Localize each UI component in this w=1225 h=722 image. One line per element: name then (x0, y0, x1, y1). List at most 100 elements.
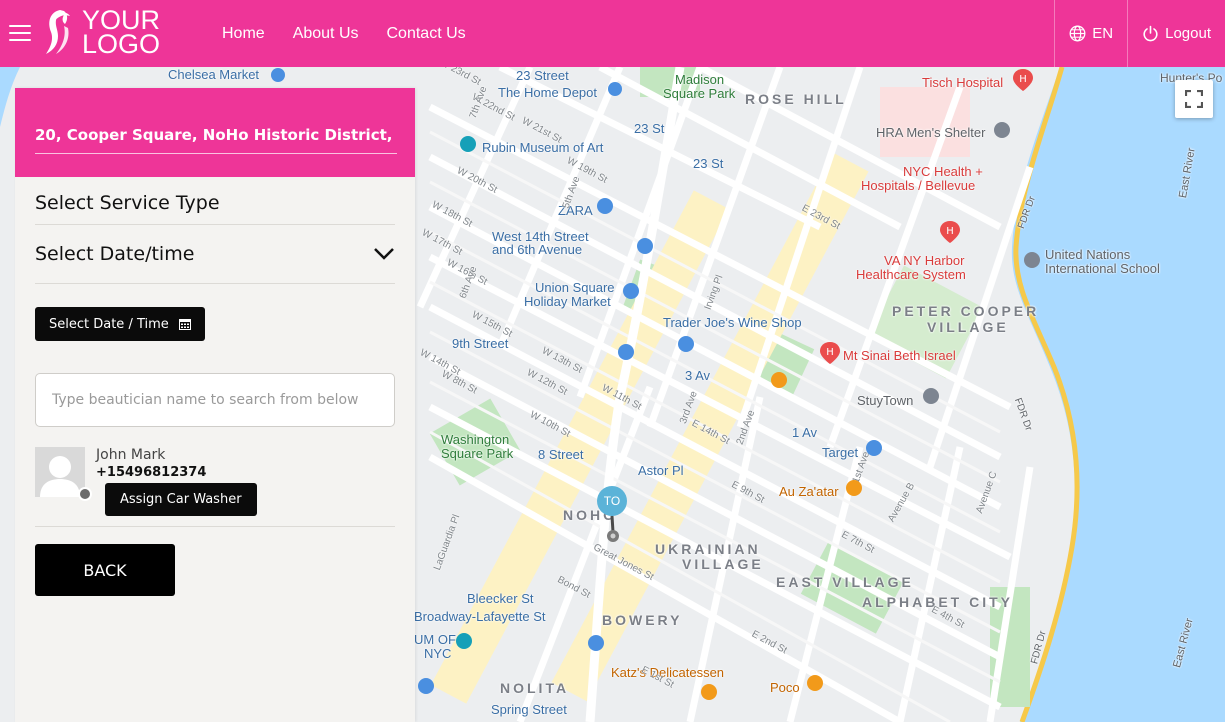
select-datetime-button[interactable]: Select Date / Time (35, 307, 205, 341)
restaurant-icon[interactable] (845, 479, 863, 497)
map-transit[interactable]: Bleecker St (467, 591, 533, 606)
school-icon[interactable] (1023, 251, 1041, 269)
logout-button[interactable]: Logout (1127, 0, 1225, 67)
map-place[interactable]: Madison (675, 72, 724, 87)
map-place[interactable]: Square Park (663, 86, 735, 101)
shopping-icon[interactable] (622, 282, 640, 300)
address-input[interactable] (35, 116, 397, 154)
map-place[interactable]: Washington (441, 432, 509, 447)
chevron-down-icon[interactable] (373, 247, 395, 261)
status-dot (78, 487, 92, 501)
shopping-icon[interactable] (596, 197, 614, 215)
map-place[interactable]: Union Square (535, 280, 615, 295)
svg-text:H: H (1019, 74, 1027, 85)
map-district: VILLAGE (682, 556, 764, 572)
logo[interactable]: YOUR LOGO (42, 6, 160, 58)
hospital-icon[interactable]: H (1013, 69, 1033, 91)
service-type-heading: Select Service Type (35, 191, 220, 214)
restaurant-icon[interactable] (806, 674, 824, 692)
map-place[interactable]: United Nations (1045, 247, 1130, 262)
map-pin-icon[interactable] (922, 387, 940, 405)
fullscreen-icon (1185, 90, 1203, 108)
destination-marker[interactable]: TO (597, 486, 629, 544)
shopping-icon[interactable] (617, 343, 635, 361)
museum-icon[interactable] (455, 632, 473, 650)
map-place[interactable]: NYC Health + (903, 164, 983, 179)
datetime-section[interactable]: Select Date/time (35, 225, 395, 284)
service-type-section[interactable]: Select Service Type (35, 177, 395, 225)
map-pin-icon[interactable] (270, 67, 286, 83)
map-place[interactable]: Mt Sinai Beth Israel (843, 348, 956, 363)
map-transit[interactable]: Spring Street (491, 702, 567, 717)
map-place[interactable]: Trader Joe's Wine Shop (663, 315, 802, 330)
shopping-icon[interactable] (677, 335, 695, 353)
map-place[interactable]: UM OF (414, 632, 456, 647)
marker-pin-icon (607, 515, 619, 542)
map-transit[interactable]: 1 Av (792, 425, 817, 440)
restaurant-icon[interactable] (770, 371, 788, 389)
map-transit[interactable]: 23 St (693, 156, 723, 171)
shopping-icon[interactable] (587, 634, 605, 652)
map-transit[interactable]: 23 St (634, 121, 664, 136)
map-pin-icon[interactable] (607, 81, 623, 97)
nav-about-us[interactable]: About Us (293, 25, 359, 43)
map-place[interactable]: Square Park (441, 446, 513, 461)
menu-icon[interactable] (9, 25, 31, 43)
map-place[interactable]: NYC (424, 646, 451, 661)
calendar-icon (178, 319, 191, 330)
shopping-icon[interactable] (417, 677, 435, 695)
map-place[interactable]: Chelsea Market (168, 67, 259, 82)
map-place[interactable]: Rubin Museum of Art (482, 140, 603, 155)
logout-label: Logout (1165, 25, 1211, 42)
beautician-search-input[interactable] (35, 373, 395, 427)
map-pin-icon[interactable] (993, 121, 1011, 139)
user-silhouette-icon (40, 456, 80, 497)
datetime-heading: Select Date/time (35, 243, 195, 265)
fullscreen-button[interactable] (1175, 80, 1213, 118)
hospital-icon[interactable]: H (820, 342, 840, 364)
shopping-icon[interactable] (865, 439, 883, 457)
main-nav: Home About Us Contact Us (222, 0, 494, 67)
map-transit[interactable]: Broadway-Lafayette St (414, 609, 546, 624)
nav-contact-us[interactable]: Contact Us (387, 25, 466, 43)
nav-home[interactable]: Home (222, 25, 265, 43)
map-place[interactable]: Holiday Market (524, 294, 611, 309)
avatar (35, 447, 85, 497)
back-button[interactable]: BACK (35, 544, 175, 596)
restaurant-icon[interactable] (700, 683, 718, 701)
map-place[interactable]: Target (822, 445, 858, 460)
map-transit[interactable]: 8 Street (538, 447, 584, 462)
hospital-icon[interactable]: H (940, 221, 960, 243)
map-district: NOLITA (500, 680, 570, 696)
shopping-icon[interactable] (636, 237, 654, 255)
map-transit[interactable]: 3 Av (685, 368, 710, 383)
address-bar (15, 88, 415, 177)
map-place[interactable]: Tisch Hospital (922, 75, 1003, 90)
language-label: EN (1092, 25, 1114, 42)
map-place[interactable]: VA NY Harbor (884, 253, 964, 268)
map-transit[interactable]: and 6th Avenue (492, 242, 582, 257)
map-district: EAST VILLAGE (776, 574, 914, 590)
museum-icon[interactable] (459, 135, 477, 153)
header-actions: EN Logout (1054, 0, 1225, 67)
language-selector[interactable]: EN (1054, 0, 1127, 67)
select-datetime-label: Select Date / Time (49, 316, 169, 332)
map-place[interactable]: Poco (770, 680, 800, 695)
map-place[interactable]: Au Za'atar (779, 484, 839, 499)
map-place[interactable]: HRA Men's Shelter (876, 125, 985, 140)
map-place[interactable]: The Home Depot (498, 85, 597, 100)
map-place[interactable]: Hospitals / Bellevue (861, 178, 975, 193)
svg-text:H: H (946, 226, 954, 237)
map-place[interactable]: StuyTown (857, 393, 913, 408)
map-transit[interactable]: Astor Pl (638, 463, 684, 478)
map-place[interactable]: Healthcare System (856, 267, 966, 282)
map-district: BOWERY (602, 612, 683, 628)
top-header: YOUR LOGO Home About Us Contact Us EN Lo… (0, 0, 1225, 67)
map-district: ROSE HILL (745, 91, 847, 107)
map-place[interactable]: International School (1045, 261, 1160, 276)
beautician-list-item: John Mark +15496812374 Assign Car Washer (35, 447, 395, 527)
map-transit[interactable]: 9th Street (452, 336, 508, 351)
map-place[interactable]: 23 Street (516, 68, 569, 83)
assign-car-washer-button[interactable]: Assign Car Washer (105, 483, 257, 516)
map-district: VILLAGE (927, 319, 1009, 335)
